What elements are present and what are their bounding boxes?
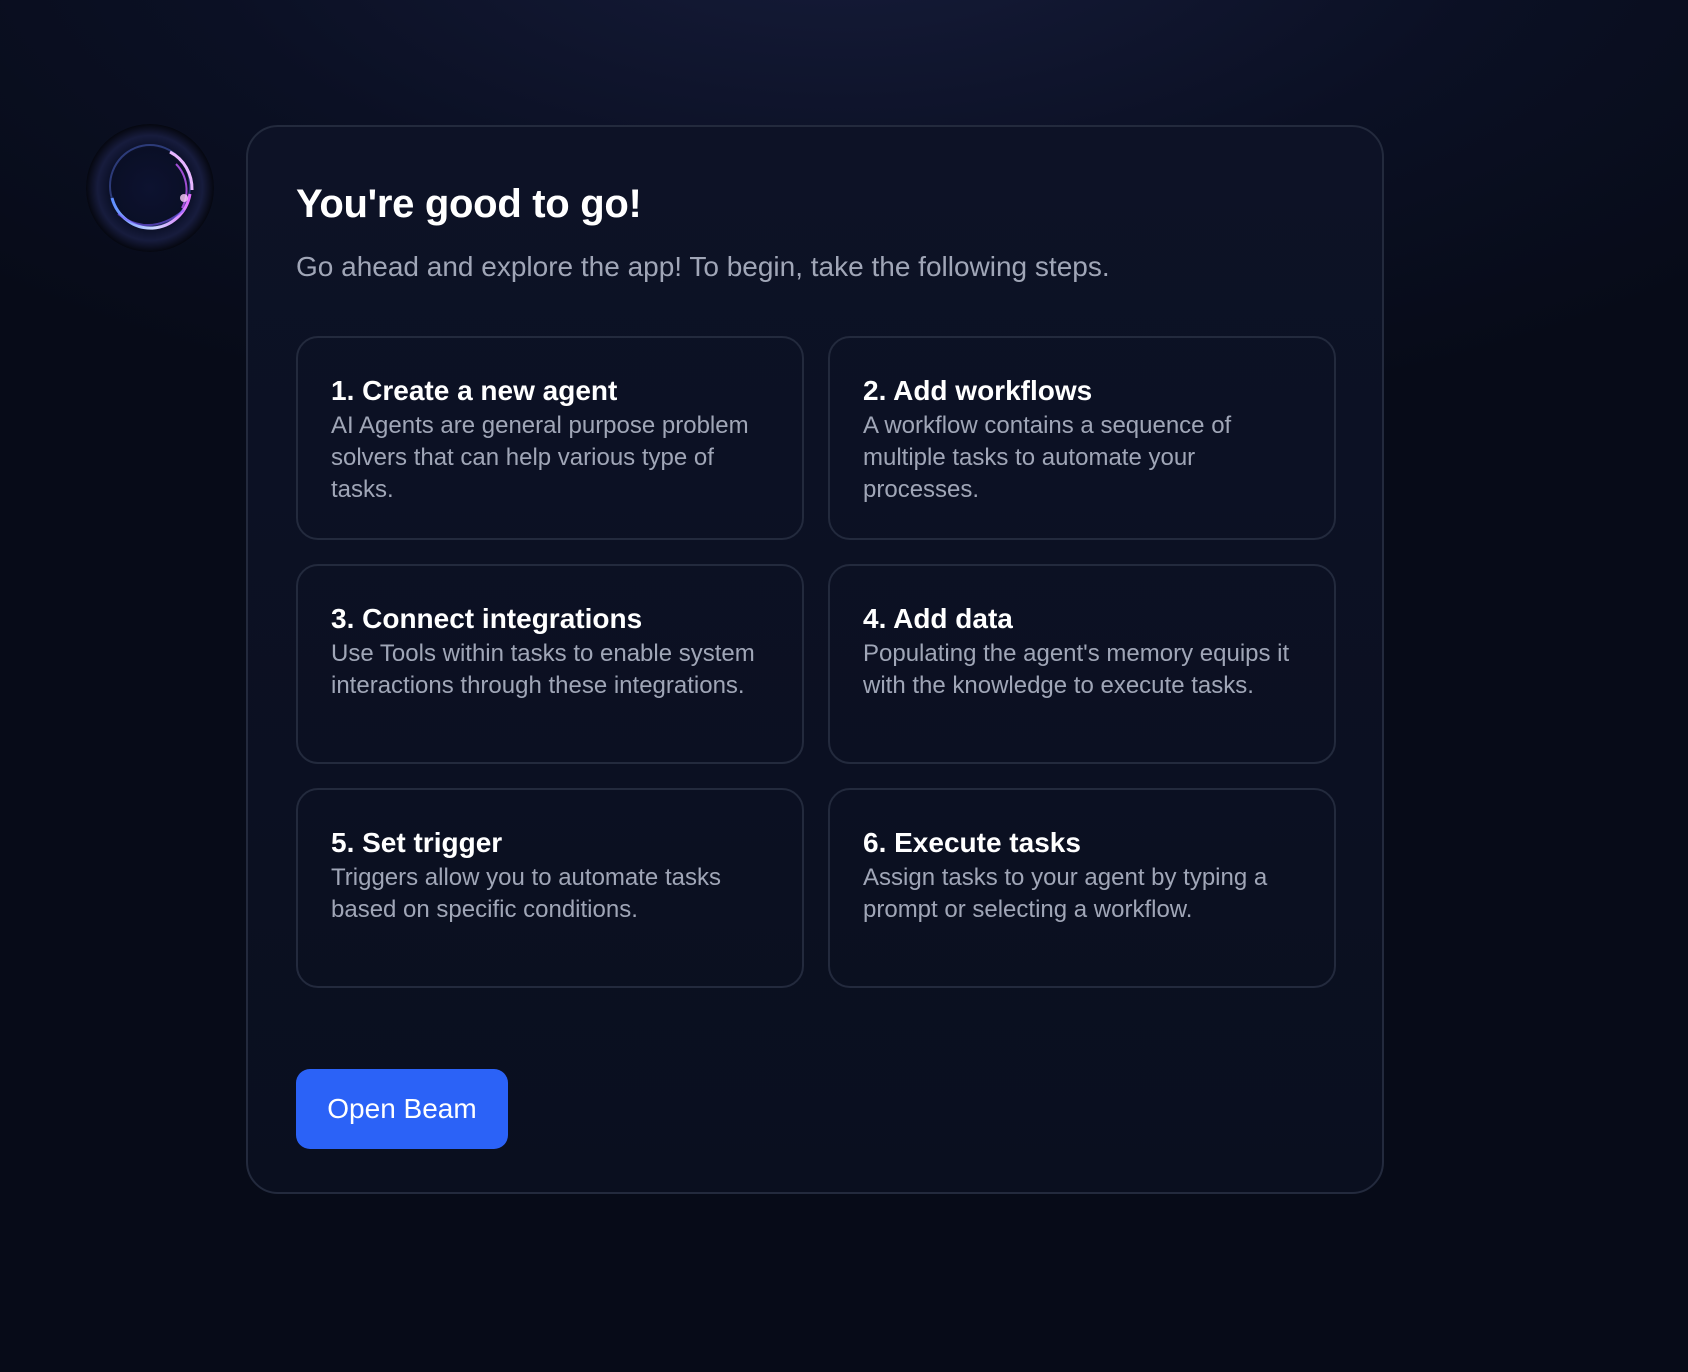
step-card-create-agent[interactable]: 1. Create a new agent AI Agents are gene… [296,336,804,540]
step-description: AI Agents are general purpose problem so… [331,412,749,503]
step-card-connect-integrations[interactable]: 3. Connect integrations Use Tools within… [296,564,804,764]
orb-avatar-icon [86,124,214,252]
step-title: 3. Connect integrations [331,603,643,634]
step-title: 6. Execute tasks [863,827,1081,858]
onboarding-card: You're good to go! Go ahead and explore … [246,125,1384,1194]
step-description: Assign tasks to your agent by typing a p… [863,864,1268,923]
step-card-add-data[interactable]: 4. Add data Populating the agent's memor… [828,564,1336,764]
step-description: Triggers allow you to automate tasks bas… [331,864,721,923]
step-card-set-trigger[interactable]: 5. Set trigger Triggers allow you to aut… [296,788,804,988]
step-title: 2. Add workflows [863,375,1093,406]
step-description: Populating the agent's memory equips it … [863,640,1290,699]
steps-grid: 1. Create a new agent AI Agents are gene… [296,336,1340,988]
page-subtitle: Go ahead and explore the app! To begin, … [296,251,1110,282]
step-description: Use Tools within tasks to enable system … [331,640,755,699]
step-title: 4. Add data [863,603,1013,634]
step-card-add-workflows[interactable]: 2. Add workflows A workflow contains a s… [828,336,1336,540]
open-beam-button[interactable]: Open Beam [296,1069,508,1149]
step-title: 5. Set trigger [331,827,503,858]
step-title: 1. Create a new agent [331,375,618,406]
step-card-execute-tasks[interactable]: 6. Execute tasks Assign tasks to your ag… [828,788,1336,988]
page-title: You're good to go! [296,182,642,226]
step-description: A workflow contains a sequence of multip… [863,412,1232,503]
